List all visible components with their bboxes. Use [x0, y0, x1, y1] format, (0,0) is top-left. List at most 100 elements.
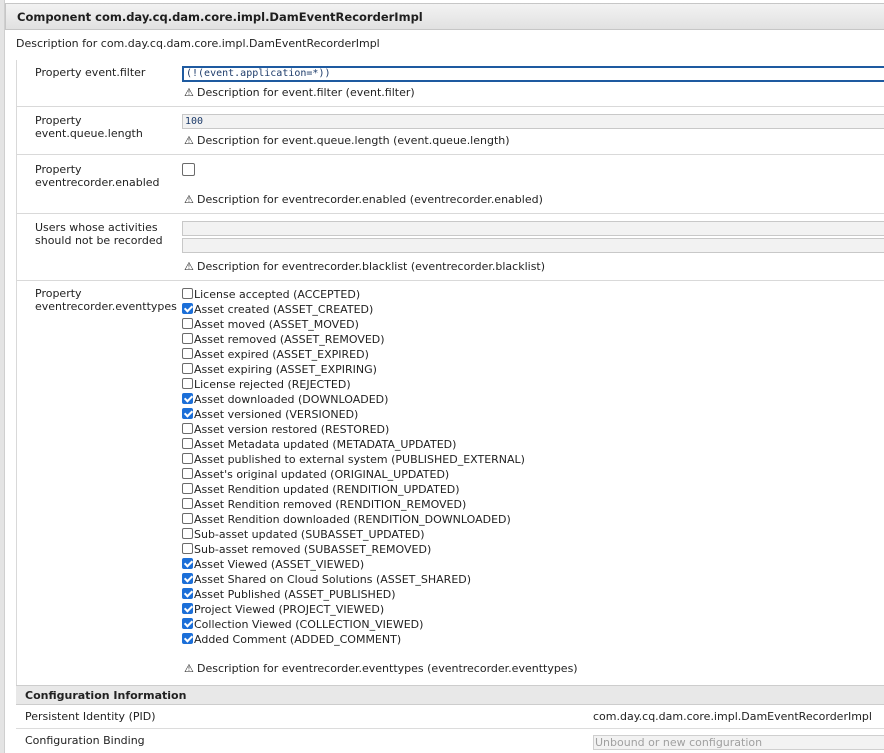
eventtype-checkbox[interactable]	[182, 588, 193, 599]
property-label: Property eventrecorder.eventtypes	[35, 287, 177, 313]
eventtype-checkbox[interactable]	[182, 288, 193, 299]
eventtype-item[interactable]: Asset version restored (RESTORED)	[182, 422, 525, 437]
warning-icon: ⚠	[184, 134, 194, 147]
eventtype-item[interactable]: License rejected (REJECTED)	[182, 377, 525, 392]
eventtype-label: Asset expired (ASSET_EXPIRED)	[194, 348, 369, 361]
property-description: ⚠ Description for eventrecorder.eventtype…	[184, 662, 578, 675]
queue-length-input[interactable]: 100	[182, 114, 884, 129]
eventtype-label: Asset published to external system (PUBL…	[194, 453, 525, 466]
property-row-eventtypes: Property eventrecorder.eventtypes Licens…	[17, 281, 884, 685]
property-description: ⚠ Description for eventrecorder.blacklist…	[184, 260, 546, 273]
eventtype-label: Asset Rendition removed (RENDITION_REMOV…	[194, 498, 467, 511]
eventtype-checkbox[interactable]	[182, 453, 193, 464]
pid-value: com.day.cq.dam.core.impl.DamEventRecorde…	[593, 710, 872, 723]
eventtype-label: Asset version restored (RESTORED)	[194, 423, 390, 436]
eventtype-label: License accepted (ACCEPTED)	[194, 288, 361, 301]
eventtype-checkbox[interactable]	[182, 513, 193, 524]
component-description: Description for com.day.cq.dam.core.impl…	[16, 37, 380, 50]
eventtype-label: Asset Rendition downloaded (RENDITION_DO…	[194, 513, 511, 526]
eventtype-item[interactable]: Asset downloaded (DOWNLOADED)	[182, 392, 525, 407]
eventtype-item[interactable]: Asset expired (ASSET_EXPIRED)	[182, 347, 525, 362]
eventtype-item[interactable]: Asset expiring (ASSET_EXPIRING)	[182, 362, 525, 377]
eventtype-item[interactable]: Collection Viewed (COLLECTION_VIEWED)	[182, 617, 525, 632]
eventtype-checkbox[interactable]	[182, 483, 193, 494]
eventtype-checkbox[interactable]	[182, 438, 193, 449]
eventtype-item[interactable]: Sub-asset updated (SUBASSET_UPDATED)	[182, 527, 525, 542]
eventtype-checkbox[interactable]	[182, 303, 193, 314]
enabled-checkbox[interactable]	[182, 162, 195, 176]
eventtype-item[interactable]: Asset removed (ASSET_REMOVED)	[182, 332, 525, 347]
eventtype-checkbox[interactable]	[182, 618, 193, 629]
configuration-info-title: Configuration Information	[25, 689, 187, 702]
eventtype-checkbox[interactable]	[182, 363, 193, 374]
eventtype-label: Asset expiring (ASSET_EXPIRING)	[194, 363, 377, 376]
eventtype-label: Asset removed (ASSET_REMOVED)	[194, 333, 385, 346]
binding-select[interactable]: Unbound or new configuration	[593, 735, 884, 750]
eventtype-label: Asset Published (ASSET_PUBLISHED)	[194, 588, 396, 601]
eventtype-label: Project Viewed (PROJECT_VIEWED)	[194, 603, 385, 616]
eventtype-item[interactable]: Added Comment (ADDED_COMMENT)	[182, 632, 525, 647]
property-label: Property eventrecorder.enabled	[35, 163, 160, 189]
eventtype-label: Asset's original updated (ORIGINAL_UPDAT…	[194, 468, 450, 481]
eventtype-item[interactable]: Asset created (ASSET_CREATED)	[182, 302, 525, 317]
eventtype-label: Asset moved (ASSET_MOVED)	[194, 318, 359, 331]
eventtype-item[interactable]: Asset Rendition updated (RENDITION_UPDAT…	[182, 482, 525, 497]
pid-label: Persistent Identity (PID)	[25, 710, 156, 723]
blacklist-input-1[interactable]	[182, 221, 884, 236]
eventtype-checkbox[interactable]	[182, 498, 193, 509]
warning-icon: ⚠	[184, 86, 194, 99]
property-row-event-filter: Property event.filter (!(event.applicati…	[17, 60, 884, 107]
eventtype-label: Asset Metadata updated (METADATA_UPDATED…	[194, 438, 457, 451]
eventtype-item[interactable]: Asset Rendition downloaded (RENDITION_DO…	[182, 512, 525, 527]
eventtype-checkbox[interactable]	[182, 348, 193, 359]
property-label: Property event.filter	[35, 66, 146, 79]
configuration-info-header: Configuration Information	[16, 685, 884, 705]
property-row-blacklist: Users whose activities should not be rec…	[17, 214, 884, 281]
eventtype-checkbox[interactable]	[182, 318, 193, 329]
eventtype-item[interactable]: Asset published to external system (PUBL…	[182, 452, 525, 467]
eventtype-label: Asset Shared on Cloud Solutions (ASSET_S…	[194, 573, 472, 586]
eventtype-item[interactable]: Asset Viewed (ASSET_VIEWED)	[182, 557, 525, 572]
eventtype-checkbox[interactable]	[182, 393, 193, 404]
eventtype-item[interactable]: Asset's original updated (ORIGINAL_UPDAT…	[182, 467, 525, 482]
blacklist-input-2[interactable]	[182, 238, 884, 253]
eventtype-checkbox[interactable]	[182, 543, 193, 554]
property-label: Property event.queue.length	[35, 114, 143, 140]
eventtype-item[interactable]: Project Viewed (PROJECT_VIEWED)	[182, 602, 525, 617]
eventtype-label: Asset Rendition updated (RENDITION_UPDAT…	[194, 483, 460, 496]
eventtype-checkbox[interactable]	[182, 378, 193, 389]
eventtype-item[interactable]: Sub-asset removed (SUBASSET_REMOVED)	[182, 542, 525, 557]
eventtype-item[interactable]: Asset Metadata updated (METADATA_UPDATED…	[182, 437, 525, 452]
eventtype-label: Collection Viewed (COLLECTION_VIEWED)	[194, 618, 424, 631]
warning-icon: ⚠	[184, 662, 194, 675]
left-edge	[0, 0, 5, 753]
property-row-enabled: Property eventrecorder.enabled ⚠ Descript…	[17, 155, 884, 214]
eventtype-checkbox[interactable]	[182, 558, 193, 569]
eventtype-label: Asset downloaded (DOWNLOADED)	[194, 393, 389, 406]
warning-icon: ⚠	[184, 260, 194, 273]
eventtype-item[interactable]: Asset Rendition removed (RENDITION_REMOV…	[182, 497, 525, 512]
eventtype-checkbox[interactable]	[182, 603, 193, 614]
eventtype-label: Asset versioned (VERSIONED)	[194, 408, 359, 421]
eventtype-checkbox[interactable]	[182, 408, 193, 419]
eventtype-item[interactable]: Asset versioned (VERSIONED)	[182, 407, 525, 422]
eventtype-item[interactable]: Asset moved (ASSET_MOVED)	[182, 317, 525, 332]
pid-row: Persistent Identity (PID) com.day.cq.dam…	[16, 705, 884, 729]
binding-label: Configuration Binding	[25, 734, 145, 747]
eventtype-checkbox[interactable]	[182, 423, 193, 434]
eventtype-checkbox[interactable]	[182, 333, 193, 344]
eventtype-item[interactable]: Asset Published (ASSET_PUBLISHED)	[182, 587, 525, 602]
property-row-queue-length: Property event.queue.length 100 ⚠ Descrip…	[17, 107, 884, 155]
eventtype-checkbox[interactable]	[182, 573, 193, 584]
eventtype-checkbox[interactable]	[182, 468, 193, 479]
component-title: Component com.day.cq.dam.core.impl.DamEv…	[17, 10, 423, 24]
event-filter-input[interactable]: (!(event.application=*))	[182, 66, 884, 82]
binding-row: Configuration Binding Unbound or new con…	[16, 729, 884, 753]
eventtype-checkbox[interactable]	[182, 528, 193, 539]
eventtype-item[interactable]: Asset Shared on Cloud Solutions (ASSET_S…	[182, 572, 525, 587]
eventtype-checkbox[interactable]	[182, 633, 193, 644]
property-description: ⚠ Description for eventrecorder.enabled (…	[184, 193, 543, 206]
eventtype-label: Sub-asset updated (SUBASSET_UPDATED)	[194, 528, 425, 541]
property-description: ⚠ Description for event.queue.length (eve…	[184, 134, 510, 147]
eventtype-item[interactable]: License accepted (ACCEPTED)	[182, 287, 525, 302]
